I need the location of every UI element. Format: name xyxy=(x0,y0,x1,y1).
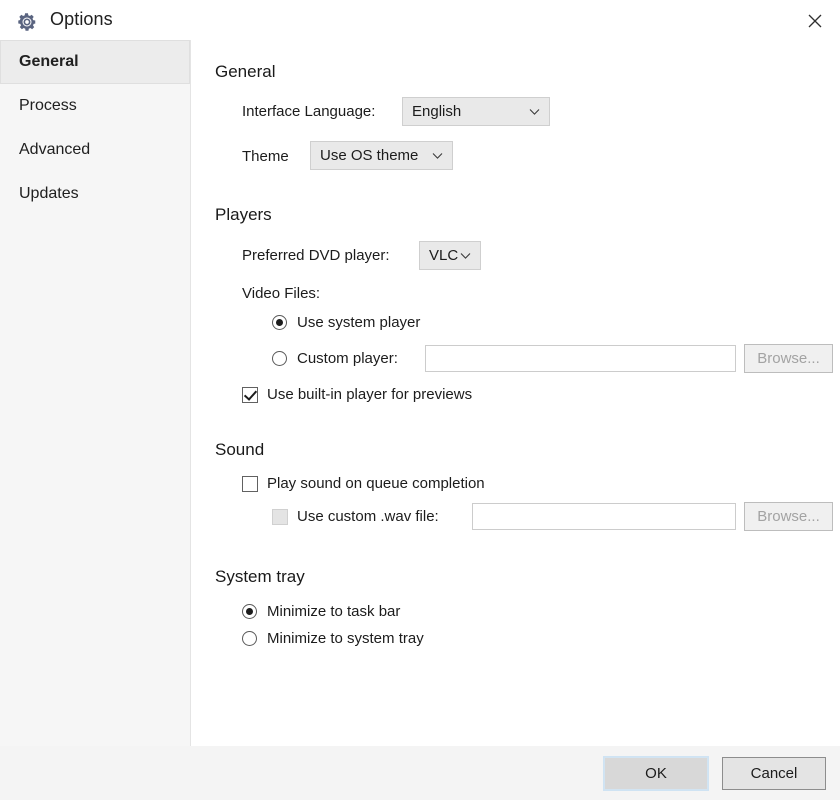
theme-select[interactable]: Use OS theme xyxy=(310,141,453,170)
close-icon[interactable] xyxy=(802,9,828,33)
custom-wav-label: Use custom .wav file: xyxy=(297,508,439,525)
theme-value: Use OS theme xyxy=(320,147,419,164)
interface-language-value: English xyxy=(412,103,462,120)
custom-player-radio[interactable]: Custom player: xyxy=(272,350,398,367)
custom-wav-browse-button[interactable]: Browse... xyxy=(744,502,833,531)
sidebar: General Process Advanced Updates xyxy=(0,40,191,746)
checkbox-indicator xyxy=(272,508,288,525)
ok-label: OK xyxy=(645,765,667,782)
minimize-to-taskbar-label: Minimize to task bar xyxy=(267,603,401,620)
chevron-down-icon xyxy=(529,108,540,115)
sidebar-item-advanced[interactable]: Advanced xyxy=(0,128,190,172)
sidebar-item-label: Advanced xyxy=(19,141,91,158)
checkbox-indicator xyxy=(242,386,258,403)
builtin-preview-label: Use built-in player for previews xyxy=(267,386,473,403)
sidebar-item-label: General xyxy=(19,53,79,70)
radio-indicator xyxy=(272,315,287,330)
custom-wav-checkbox[interactable]: Use custom .wav file: xyxy=(272,508,439,525)
ok-button[interactable]: OK xyxy=(604,757,708,790)
browse-label: Browse... xyxy=(757,508,820,525)
sound-section-heading: Sound xyxy=(215,440,265,459)
sidebar-item-updates[interactable]: Updates xyxy=(0,172,190,216)
play-sound-label: Play sound on queue completion xyxy=(267,475,485,492)
browse-label: Browse... xyxy=(757,350,820,367)
dialog-footer: OK Cancel xyxy=(0,746,840,800)
title-bar: Options xyxy=(0,0,840,40)
checkbox-indicator xyxy=(242,475,258,492)
cancel-label: Cancel xyxy=(750,765,798,782)
interface-language-select[interactable]: English xyxy=(402,97,550,126)
minimize-to-system-tray-radio[interactable]: Minimize to system tray xyxy=(242,630,424,647)
use-system-player-radio[interactable]: Use system player xyxy=(272,314,420,331)
sidebar-item-process[interactable]: Process xyxy=(0,84,190,128)
preferred-dvd-player-label: Preferred DVD player: xyxy=(242,247,390,264)
players-section-heading: Players xyxy=(215,205,272,224)
builtin-preview-checkbox[interactable]: Use built-in player for previews xyxy=(242,386,472,403)
custom-wav-input[interactable] xyxy=(472,503,736,530)
gear-icon xyxy=(16,11,38,33)
preferred-dvd-player-value: VLC xyxy=(429,247,459,264)
preferred-dvd-player-select[interactable]: VLC xyxy=(419,241,481,270)
radio-indicator xyxy=(242,631,257,646)
sidebar-item-general[interactable]: General xyxy=(0,40,190,84)
custom-player-input[interactable] xyxy=(425,345,736,372)
settings-content-panel: General Interface Language: English Them… xyxy=(192,40,840,746)
window-title: Options xyxy=(50,9,113,29)
theme-label: Theme xyxy=(242,148,289,165)
chevron-down-icon xyxy=(460,252,471,259)
cancel-button[interactable]: Cancel xyxy=(722,757,826,790)
video-files-label: Video Files: xyxy=(242,285,321,302)
general-section-heading: General xyxy=(215,62,276,81)
use-system-player-label: Use system player xyxy=(297,314,421,331)
custom-player-browse-button[interactable]: Browse... xyxy=(744,344,833,373)
chevron-down-icon xyxy=(432,152,443,159)
play-sound-checkbox[interactable]: Play sound on queue completion xyxy=(242,475,485,492)
system-tray-section-heading: System tray xyxy=(215,567,305,586)
sidebar-item-label: Process xyxy=(19,97,77,114)
sidebar-item-label: Updates xyxy=(19,185,79,202)
minimize-to-system-tray-label: Minimize to system tray xyxy=(267,630,424,647)
radio-indicator xyxy=(242,604,257,619)
radio-indicator xyxy=(272,351,287,366)
interface-language-label: Interface Language: xyxy=(242,103,376,120)
options-dialog: Options General Process Advanced Updates… xyxy=(0,0,840,800)
minimize-to-taskbar-radio[interactable]: Minimize to task bar xyxy=(242,603,400,620)
custom-player-label: Custom player: xyxy=(297,350,398,367)
